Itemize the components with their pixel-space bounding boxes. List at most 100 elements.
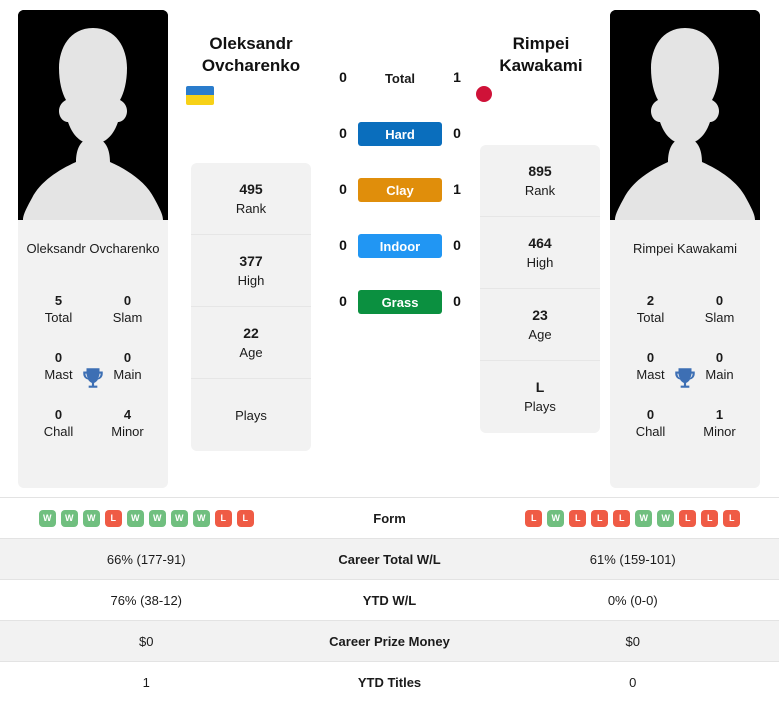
form-badge-loss: L (525, 509, 543, 527)
h2h-left-score-total: 0 (339, 69, 347, 85)
h2h-row-clay: 0 Clay 1 (320, 172, 461, 228)
form-strip-right: LWLLLWWLLL (487, 509, 779, 527)
titles-grid-right: 2 Total 0 Slam 0 Mast 0 Main 0 Chall 1 M… (610, 282, 760, 453)
form-badge-win: W (38, 509, 56, 527)
h2h-left-score-indoor: 0 (339, 237, 347, 253)
player-card-right[interactable]: Rimpei Kawakami 2 Total 0 Slam 0 Mast 0 … (610, 10, 760, 488)
titles-slam-left: 0 Slam (112, 293, 143, 325)
table-cell-left: 66% (177-91) (106, 551, 186, 567)
stat-rank-left: 495 Rank (191, 163, 311, 235)
player-silhouette-icon (610, 10, 760, 220)
table-row-label: YTD Titles (357, 674, 422, 690)
stat-high-right: 464 High (480, 217, 600, 289)
form-badge-win: W (192, 509, 210, 527)
player-first-name-right: Rimpei (512, 34, 570, 53)
table-cell-right: 61% (159-101) (589, 551, 676, 567)
form-badge-win: W (547, 509, 565, 527)
player-last-name-left: Ovcharenko (201, 56, 301, 75)
titles-main-right: 0 Main (705, 350, 734, 382)
h2h-label-clay[interactable]: Clay (358, 178, 442, 202)
h2h-left-score-grass: 0 (339, 293, 347, 309)
player-photo-right (610, 10, 760, 220)
h2h-label-total: Total (384, 70, 416, 86)
titles-slam-right: 0 Slam (704, 293, 735, 325)
form-strip-left: WWWLWWWWLL (0, 509, 293, 527)
form-badge-loss: L (569, 509, 587, 527)
ukraine-flag-icon (186, 86, 214, 105)
table-row: $0 Career Prize Money $0 (0, 620, 779, 661)
stat-age-left: 22 Age (191, 307, 311, 379)
titles-total-left: 5 Total (44, 293, 73, 325)
table-cell-left: 1 (142, 674, 150, 690)
player-comparison-header: Oleksandr Ovcharenko 5 Total 0 Slam 0 Ma… (0, 0, 779, 497)
h2h-label-indoor[interactable]: Indoor (358, 234, 442, 258)
head-to-head-bars: 0 Total 1 0 Hard 0 0 Clay 1 0 Indoor 0 0 Grass 0 (320, 60, 461, 340)
table-row-label: YTD W/L (362, 592, 417, 608)
form-badges: WWWLWWWWLL (0, 509, 293, 527)
table-cell-right: 0% (0-0) (607, 592, 658, 608)
form-badge-win: W (170, 509, 188, 527)
table-row-label: Career Prize Money (329, 633, 450, 649)
stat-plays-left: Plays (235, 407, 267, 423)
player-name-left: Oleksandr Ovcharenko (26, 241, 160, 256)
form-badge-win: W (635, 509, 653, 527)
titles-chall-left: 0 Chall (43, 407, 74, 439)
form-badge-win: W (60, 509, 78, 527)
stat-age-right: 23 Age (480, 289, 600, 361)
h2h-row-hard: 0 Hard 0 (320, 116, 461, 172)
titles-grid-left: 5 Total 0 Slam 0 Mast 0 Main 0 Chall 4 M… (18, 282, 168, 453)
form-badge-loss: L (236, 509, 254, 527)
player-last-name-right: Kawakami (499, 56, 583, 75)
table-row: 76% (38-12) YTD W/L 0% (0-0) (0, 579, 779, 620)
h2h-row-total: 0 Total 1 (320, 60, 461, 116)
titles-minor-right: 1 Minor (703, 407, 736, 439)
h2h-label-hard[interactable]: Hard (358, 122, 442, 146)
titles-mast-right: 0 Mast (636, 350, 665, 382)
player-card-left[interactable]: Oleksandr Ovcharenko 5 Total 0 Slam 0 Ma… (18, 10, 168, 488)
player-name-right: Rimpei Kawakami (632, 241, 738, 256)
h2h-right-score-clay: 1 (453, 181, 461, 197)
table-cell-left: 76% (38-12) (110, 592, 183, 608)
player-header-right: Rimpei Kawakami (476, 33, 606, 102)
form-badge-win: W (126, 509, 144, 527)
form-badge-win: W (82, 509, 100, 527)
form-badge-loss: L (104, 509, 122, 527)
h2h-row-indoor: 0 Indoor 0 (320, 228, 461, 284)
table-row-label: Form (373, 510, 406, 526)
country-flag-right (476, 86, 606, 102)
stat-column-right: 895 Rank 464 High 23 Age L Plays (480, 145, 600, 433)
table-row: 66% (177-91) Career Total W/L 61% (159-101… (0, 538, 779, 579)
table-cell-right: $0 (625, 633, 640, 649)
player-first-name-left: Oleksandr (209, 34, 293, 53)
h2h-left-score-clay: 0 (339, 181, 347, 197)
table-row: W W W L W W W W L L Form L W L L L W W L L L (0, 497, 779, 538)
country-flag-left (186, 86, 316, 105)
h2h-right-score-hard: 0 (453, 125, 461, 141)
form-badge-loss: L (701, 509, 719, 527)
japan-flag-icon (476, 86, 492, 102)
stat-high-left: 377 High (191, 235, 311, 307)
titles-chall-right: 0 Chall (635, 407, 666, 439)
form-badge-loss: L (723, 509, 741, 527)
form-badge-win: W (657, 509, 675, 527)
table-cell-left: $0 (139, 633, 154, 649)
table-cell-right: 0 (629, 674, 637, 690)
titles-total-right: 2 Total (636, 293, 665, 325)
form-badge-loss: L (214, 509, 232, 527)
form-badges: LWLLLWWLLL (487, 509, 779, 527)
comparison-table: W W W L W W W W L L Form L W L L L W W L L L 66% (177-91) Care… (0, 497, 779, 702)
table-row: 1 YTD Titles 0 (0, 661, 779, 702)
player-photo-left (18, 10, 168, 220)
titles-main-left: 0 Main (113, 350, 142, 382)
titles-mast-left: 0 Mast (44, 350, 73, 382)
h2h-row-grass: 0 Grass 0 (320, 284, 461, 340)
stat-plays-right: L Plays (524, 379, 556, 414)
h2h-label-grass[interactable]: Grass (358, 290, 442, 314)
form-badge-win: W (148, 509, 166, 527)
stat-column-left: 495 Rank 377 High 22 Age Plays (191, 163, 311, 451)
form-badge-loss: L (679, 509, 697, 527)
titles-minor-left: 4 Minor (111, 407, 144, 439)
player-header-left: Oleksandr Ovcharenko (186, 33, 316, 105)
h2h-right-score-grass: 0 (453, 293, 461, 309)
h2h-right-score-indoor: 0 (453, 237, 461, 253)
